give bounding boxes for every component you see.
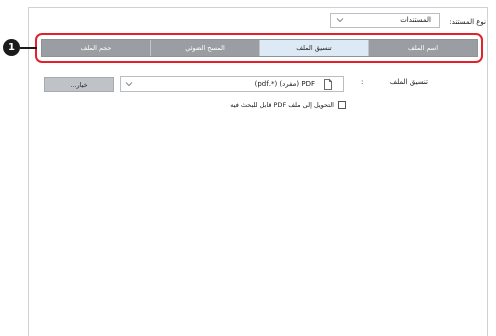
searchable-pdf-checkbox[interactable]	[338, 101, 346, 109]
chevron-down-icon	[125, 82, 133, 87]
callout-badge: 1	[3, 39, 20, 56]
document-type-value: المستندات	[400, 16, 431, 24]
searchable-pdf-option[interactable]: التحويل إلى ملف PDF قابل للبحث فيه	[150, 99, 346, 111]
document-type-label: نوع المستند:	[449, 18, 486, 26]
file-format-value: PDF (مفرد) (*.pdf)	[254, 80, 315, 88]
callout-connector	[20, 47, 37, 49]
file-format-colon: :	[361, 78, 364, 86]
searchable-pdf-label: التحويل إلى ملف PDF قابل للبحث فيه	[230, 101, 334, 109]
callout-highlight	[35, 33, 483, 63]
file-format-select[interactable]: PDF (مفرد) (*.pdf)	[120, 76, 344, 92]
file-format-label: تنسيق الملف	[389, 78, 428, 86]
chevron-down-icon	[336, 18, 344, 23]
options-button[interactable]: خيار...	[44, 77, 114, 92]
file-icon	[324, 79, 332, 90]
document-type-select[interactable]: المستندات	[330, 13, 440, 28]
